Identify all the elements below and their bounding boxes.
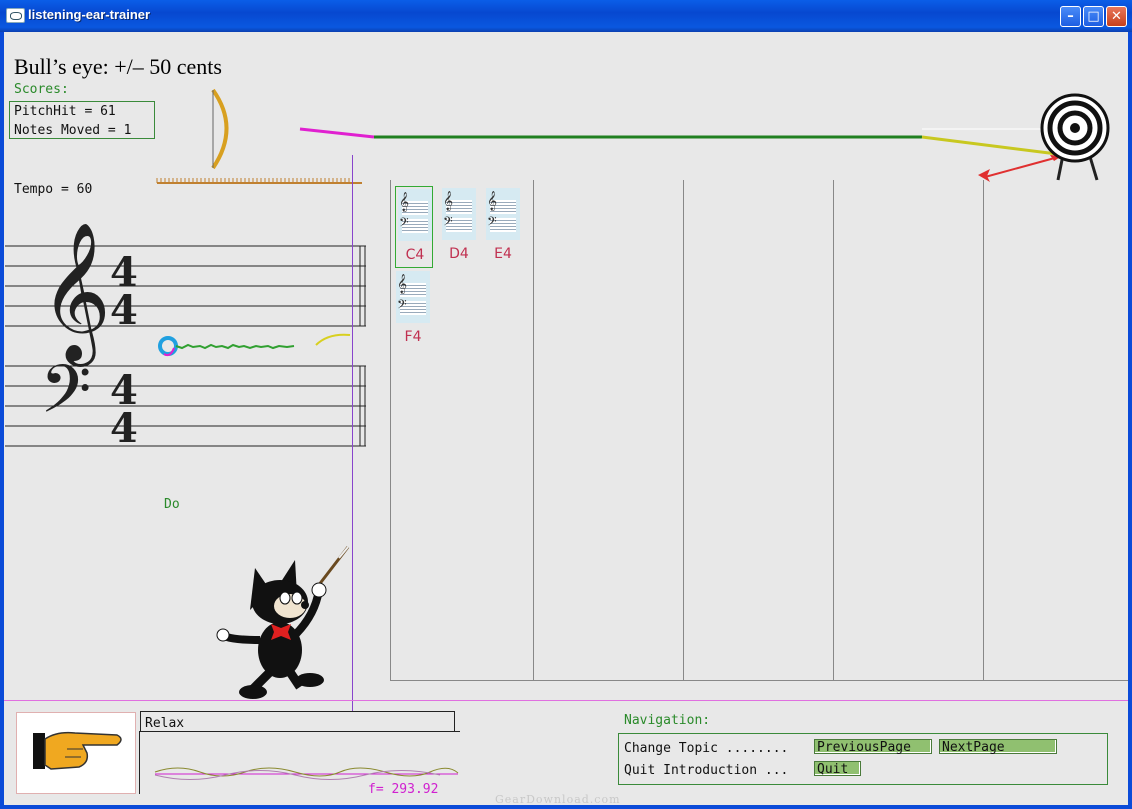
change-topic-label: Change Topic ........ xyxy=(624,741,789,756)
target-icon xyxy=(1040,93,1110,181)
treble-clef-icon: 𝄞 xyxy=(397,274,408,294)
note-label: D4 xyxy=(449,246,469,262)
next-page-button[interactable]: NextPage xyxy=(939,739,1057,755)
grand-staff: 𝄞 𝄢 4 4 4 4 xyxy=(5,222,366,452)
note-card-d4[interactable]: 𝄞 𝄢 D4 xyxy=(440,186,476,266)
pitch-trace xyxy=(158,333,351,357)
note-label: F4 xyxy=(404,329,422,345)
grid-column-line xyxy=(983,180,984,680)
status-message-box: Relax xyxy=(140,711,455,732)
quit-introduction-label: Quit Introduction ... xyxy=(624,763,789,778)
navigation-label: Navigation: xyxy=(624,713,711,728)
frequency-readout: f= 293.92 xyxy=(368,782,439,797)
grid-column-line xyxy=(833,180,834,680)
treble-time-bottom: 4 xyxy=(110,287,138,334)
bass-clef-icon: 𝄢 xyxy=(399,215,409,233)
bass-clef-icon: 𝄢 xyxy=(487,214,497,232)
grid-column-line xyxy=(533,180,534,680)
grid-bottom-line xyxy=(390,680,1128,681)
note-card-e4[interactable]: 𝄞 𝄢 E4 xyxy=(484,186,520,266)
conductor-cat-mascot xyxy=(216,546,350,699)
note-card-f4[interactable]: 𝄞 𝄢 F4 xyxy=(394,269,430,349)
pitch-trajectory xyxy=(299,127,1066,157)
pointing-hand-icon xyxy=(33,731,122,770)
previous-page-button[interactable]: PreviousPage xyxy=(814,739,932,755)
quit-button[interactable]: Quit xyxy=(814,761,861,777)
treble-clef-icon: 𝄞 xyxy=(487,191,498,211)
app-window: listening-ear-trainer – □ ✕ Bull’s eye: … xyxy=(0,0,1132,809)
solfege-syllable: Do xyxy=(164,497,180,512)
status-message: Relax xyxy=(145,716,185,731)
note-card-c4[interactable]: 𝄞 𝄢 C4 xyxy=(395,186,433,268)
hint-picture-panel xyxy=(16,712,136,794)
bass-clef-icon: 𝄢 xyxy=(397,297,407,315)
note-label: E4 xyxy=(494,246,512,262)
grid-column-line xyxy=(683,180,684,680)
grid-column-line xyxy=(390,180,391,680)
treble-clef-icon: 𝄞 xyxy=(40,222,111,367)
bass-time-bottom: 4 xyxy=(110,405,138,452)
watermark: GearDownload.com xyxy=(495,793,621,806)
bass-clef-icon: 𝄢 xyxy=(40,351,91,444)
treble-clef-icon: 𝄞 xyxy=(443,191,454,211)
panel-divider xyxy=(4,700,1128,701)
treble-clef-icon: 𝄞 xyxy=(399,192,410,212)
bass-clef-icon: 𝄢 xyxy=(443,214,453,232)
note-label: C4 xyxy=(405,247,425,263)
arrow-icon xyxy=(978,155,1063,182)
